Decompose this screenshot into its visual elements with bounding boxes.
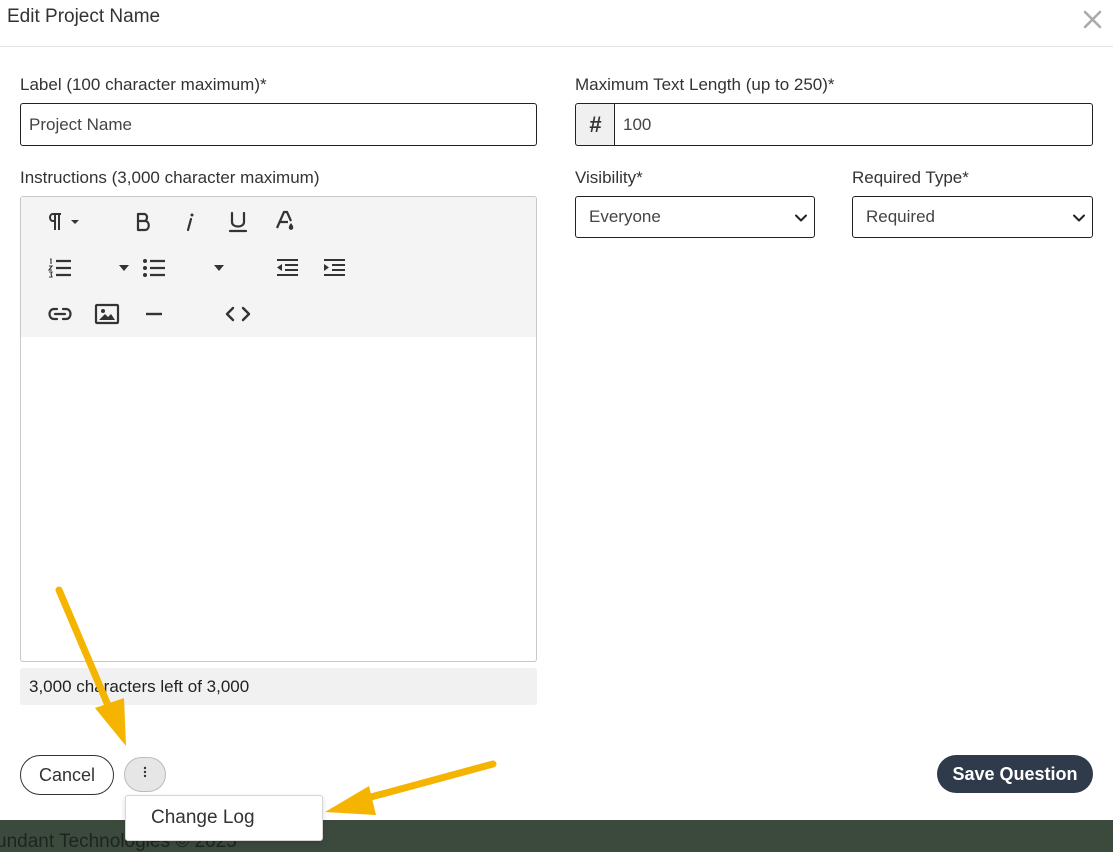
- text-color-icon[interactable]: [271, 207, 301, 237]
- bullet-list-icon[interactable]: [139, 253, 169, 283]
- chevron-down-icon: [1072, 210, 1086, 230]
- bold-icon[interactable]: [128, 207, 158, 237]
- close-icon[interactable]: [1081, 6, 1105, 32]
- horizontal-rule-icon[interactable]: [139, 299, 169, 329]
- label-field-label: Label (100 character maximum)*: [20, 75, 267, 94]
- link-icon[interactable]: [45, 299, 75, 329]
- modal-header: Edit Project Name: [0, 0, 1113, 47]
- hash-addon: #: [575, 103, 615, 146]
- visibility-select[interactable]: Everyone: [575, 196, 815, 238]
- visibility-label: Visibility*: [575, 168, 643, 187]
- menu-item-change-log[interactable]: Change Log: [151, 807, 255, 829]
- chevron-down-icon: [794, 210, 808, 230]
- italic-icon[interactable]: [175, 207, 205, 237]
- indent-icon[interactable]: [319, 253, 349, 283]
- editor-toolbar: [21, 197, 536, 337]
- vertical-ellipsis-icon: [142, 765, 148, 784]
- max-length-input[interactable]: [614, 103, 1093, 146]
- required-type-select[interactable]: Required: [852, 196, 1093, 238]
- more-options-button[interactable]: [124, 757, 166, 792]
- outdent-icon[interactable]: [272, 253, 302, 283]
- max-length-label: Maximum Text Length (up to 250)*: [575, 75, 835, 94]
- more-options-menu: Change Log: [125, 795, 323, 841]
- required-type-label: Required Type*: [852, 168, 969, 187]
- bullet-list-dropdown-icon[interactable]: [204, 253, 234, 283]
- save-question-button[interactable]: Save Question: [937, 755, 1093, 793]
- edit-question-modal: Edit Project Name Label (100 character m…: [0, 0, 1113, 820]
- instructions-editor: [20, 196, 537, 662]
- editor-content-area[interactable]: [21, 337, 536, 661]
- label-input[interactable]: [20, 103, 537, 146]
- character-counter: 3,000 characters left of 3,000: [20, 668, 537, 705]
- visibility-selected-value: Everyone: [589, 207, 661, 226]
- modal-title: Edit Project Name: [7, 6, 161, 27]
- ordered-list-dropdown-icon[interactable]: [109, 253, 139, 283]
- ordered-list-icon[interactable]: [45, 253, 75, 283]
- underline-icon[interactable]: [223, 207, 253, 237]
- cancel-button[interactable]: Cancel: [20, 755, 114, 795]
- instructions-label: Instructions (3,000 character maximum): [20, 168, 320, 187]
- code-view-icon[interactable]: [223, 299, 253, 329]
- required-type-selected-value: Required: [866, 207, 935, 226]
- paragraph-style-icon[interactable]: [45, 207, 85, 237]
- image-icon[interactable]: [92, 299, 122, 329]
